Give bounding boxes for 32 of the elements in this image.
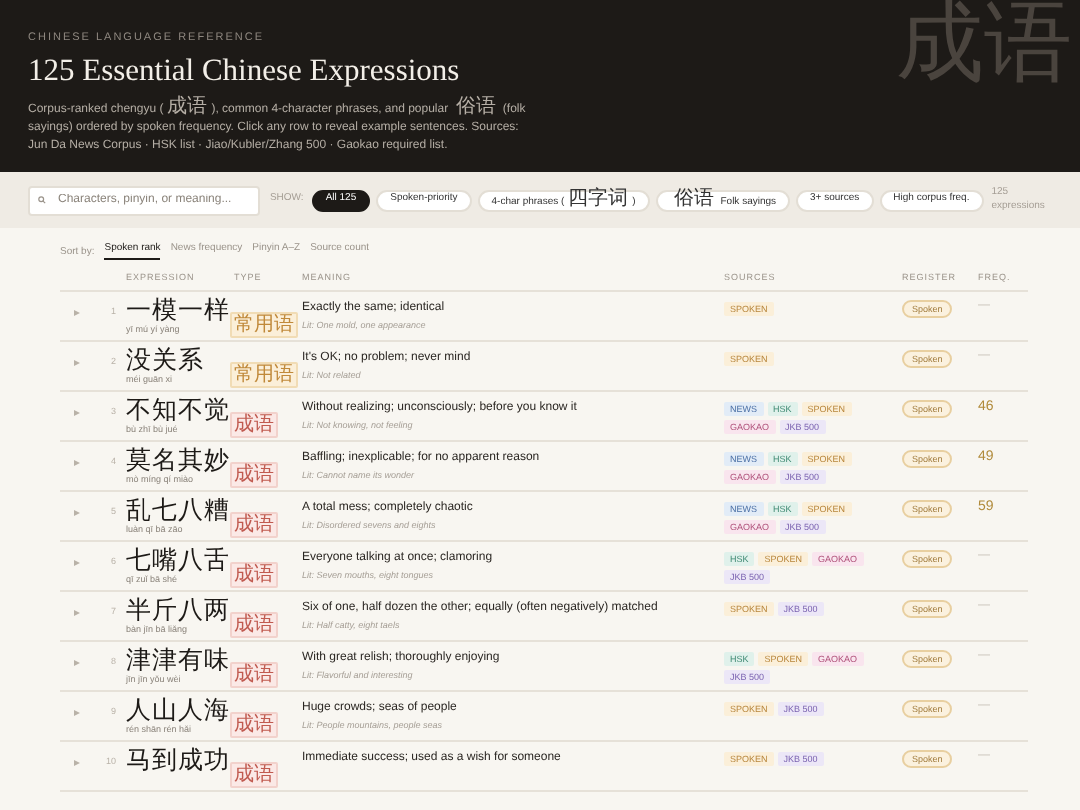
type-tag: 成语: [230, 412, 278, 438]
expression-text: 一模一样: [126, 296, 228, 324]
expression-text: 人山人海: [126, 696, 228, 724]
expand-icon[interactable]: [73, 410, 79, 416]
expand-icon[interactable]: [73, 510, 79, 516]
expand-icon[interactable]: [73, 710, 79, 716]
expand-icon[interactable]: [73, 660, 79, 666]
page-title: 125 Essential Chinese Expressions: [28, 56, 462, 88]
type-tag: 成语: [230, 762, 278, 788]
expression-text: 马到成功: [126, 746, 228, 774]
type-tag: 常用语: [230, 362, 298, 388]
type-tag: 成语: [230, 562, 278, 588]
expression-text: 半斤八两: [126, 596, 228, 624]
expand-icon[interactable]: [73, 560, 79, 566]
expand-icon[interactable]: [73, 760, 79, 766]
search-icon: [38, 196, 46, 204]
expression-text: 不知不觉: [126, 396, 228, 424]
expand-icon[interactable]: [73, 310, 79, 316]
expression-text: 津津有味: [126, 646, 228, 674]
expression-text: 七嘴八舌: [126, 546, 228, 574]
expression-text: 乱七八糟: [126, 496, 228, 524]
expression-text: 没关系: [126, 346, 206, 374]
expand-icon[interactable]: [73, 610, 79, 616]
type-tag: 成语: [230, 662, 278, 688]
type-tag: 成语: [230, 712, 278, 738]
type-tag: 成语: [230, 512, 278, 538]
expression-text: 莫名其妙: [126, 446, 228, 474]
expand-icon[interactable]: [73, 460, 79, 466]
type-tag: 常用语: [230, 312, 298, 338]
type-tag: 成语: [230, 462, 278, 488]
type-tag: 成语: [230, 612, 278, 638]
expand-icon[interactable]: [73, 360, 79, 366]
